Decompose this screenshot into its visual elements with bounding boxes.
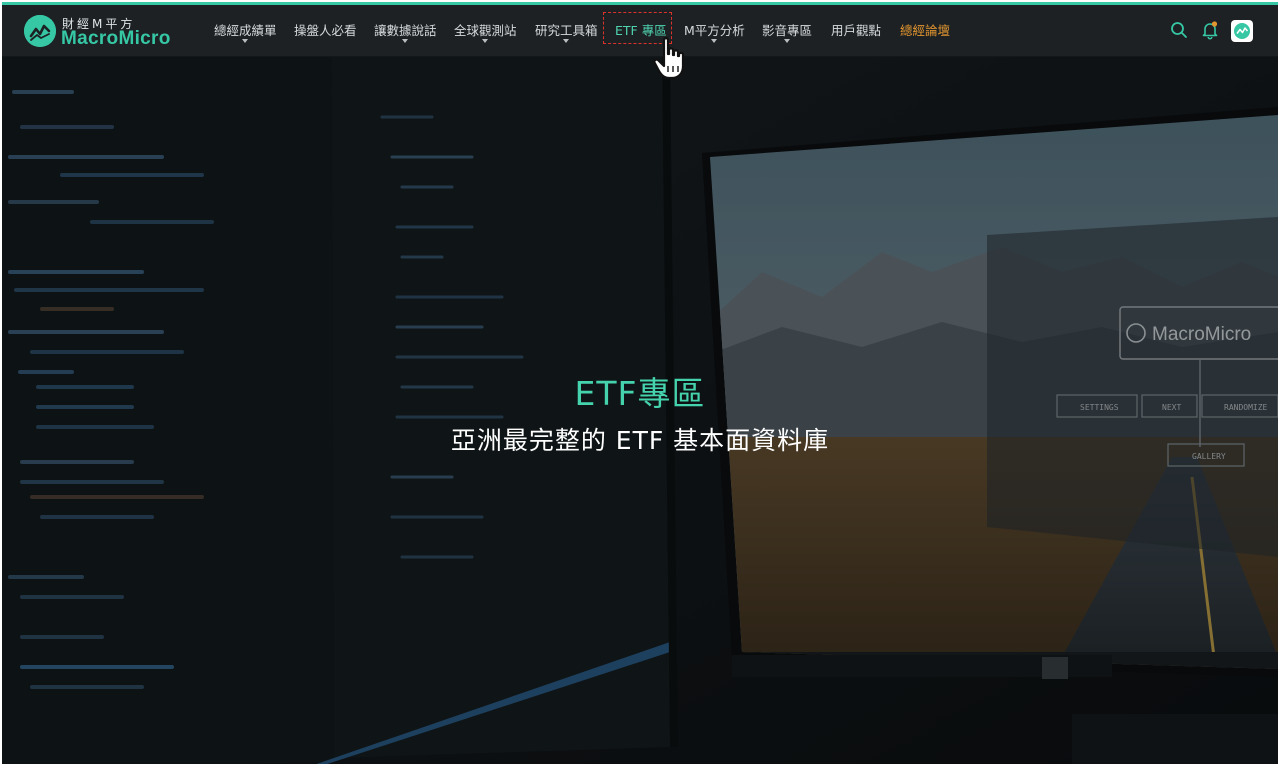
nav-item-label: 用戶觀點 bbox=[831, 23, 882, 38]
etf-hero-banner: MacroMicro SETTINGS NEXT RANDOMIZE GALLE… bbox=[2, 57, 1278, 764]
chevron-down-icon bbox=[711, 39, 718, 43]
nav-item-2[interactable]: 操盤人必看 bbox=[294, 5, 357, 56]
nav-item-4[interactable]: 全球觀測站 bbox=[454, 5, 517, 56]
nav-item-label: 總經成績單 bbox=[214, 23, 277, 38]
site-logo[interactable]: 財經M平方 MacroMicro bbox=[24, 14, 184, 49]
hero-title: ETF專區 bbox=[574, 374, 706, 413]
chevron-down-icon bbox=[482, 39, 489, 43]
logo-english-name: MacroMicro bbox=[61, 28, 171, 49]
search-icon[interactable] bbox=[1169, 20, 1189, 40]
hero-subtitle: 亞洲最完整的 ETF 基本面資料庫 bbox=[450, 426, 830, 455]
nav-item-label: 操盤人必看 bbox=[294, 23, 357, 38]
chevron-down-icon bbox=[563, 39, 570, 43]
nav-item-label: 影音專區 bbox=[762, 23, 813, 38]
chevron-down-icon bbox=[242, 39, 249, 43]
chevron-down-icon bbox=[402, 39, 409, 43]
bell-icon[interactable] bbox=[1200, 20, 1220, 40]
chevron-down-icon bbox=[784, 39, 790, 43]
nav-item-8[interactable]: 影音專區 bbox=[762, 5, 812, 56]
browser-viewport: 財經M平方 MacroMicro 總經成績單 操盤人必看 讓數據說話 全球觀測站 研究工… bbox=[2, 2, 1278, 764]
nav-item-label: 總經論壇 bbox=[900, 23, 951, 38]
nav-item-label: 讓數據說話 bbox=[374, 23, 437, 38]
nav-item-label: 研究工具箱 bbox=[535, 23, 598, 38]
nav-item-1[interactable]: 總經成績單 bbox=[214, 5, 277, 56]
nav-item-label: 全球觀測站 bbox=[454, 23, 517, 38]
nav-item-9[interactable]: 用戶觀點 bbox=[831, 5, 881, 56]
pointing-hand-cursor-icon bbox=[653, 37, 685, 80]
nav-item-5[interactable]: 研究工具箱 bbox=[535, 5, 598, 56]
main-navbar: 財經M平方 MacroMicro 總經成績單 操盤人必看 讓數據說話 全球觀測站 研究工… bbox=[2, 5, 1278, 57]
user-avatar[interactable] bbox=[1231, 20, 1253, 42]
nav-item-10[interactable]: 總經論壇 bbox=[900, 5, 950, 56]
logo-mark-icon bbox=[24, 15, 56, 47]
nav-item-3[interactable]: 讓數據說話 bbox=[374, 5, 437, 56]
